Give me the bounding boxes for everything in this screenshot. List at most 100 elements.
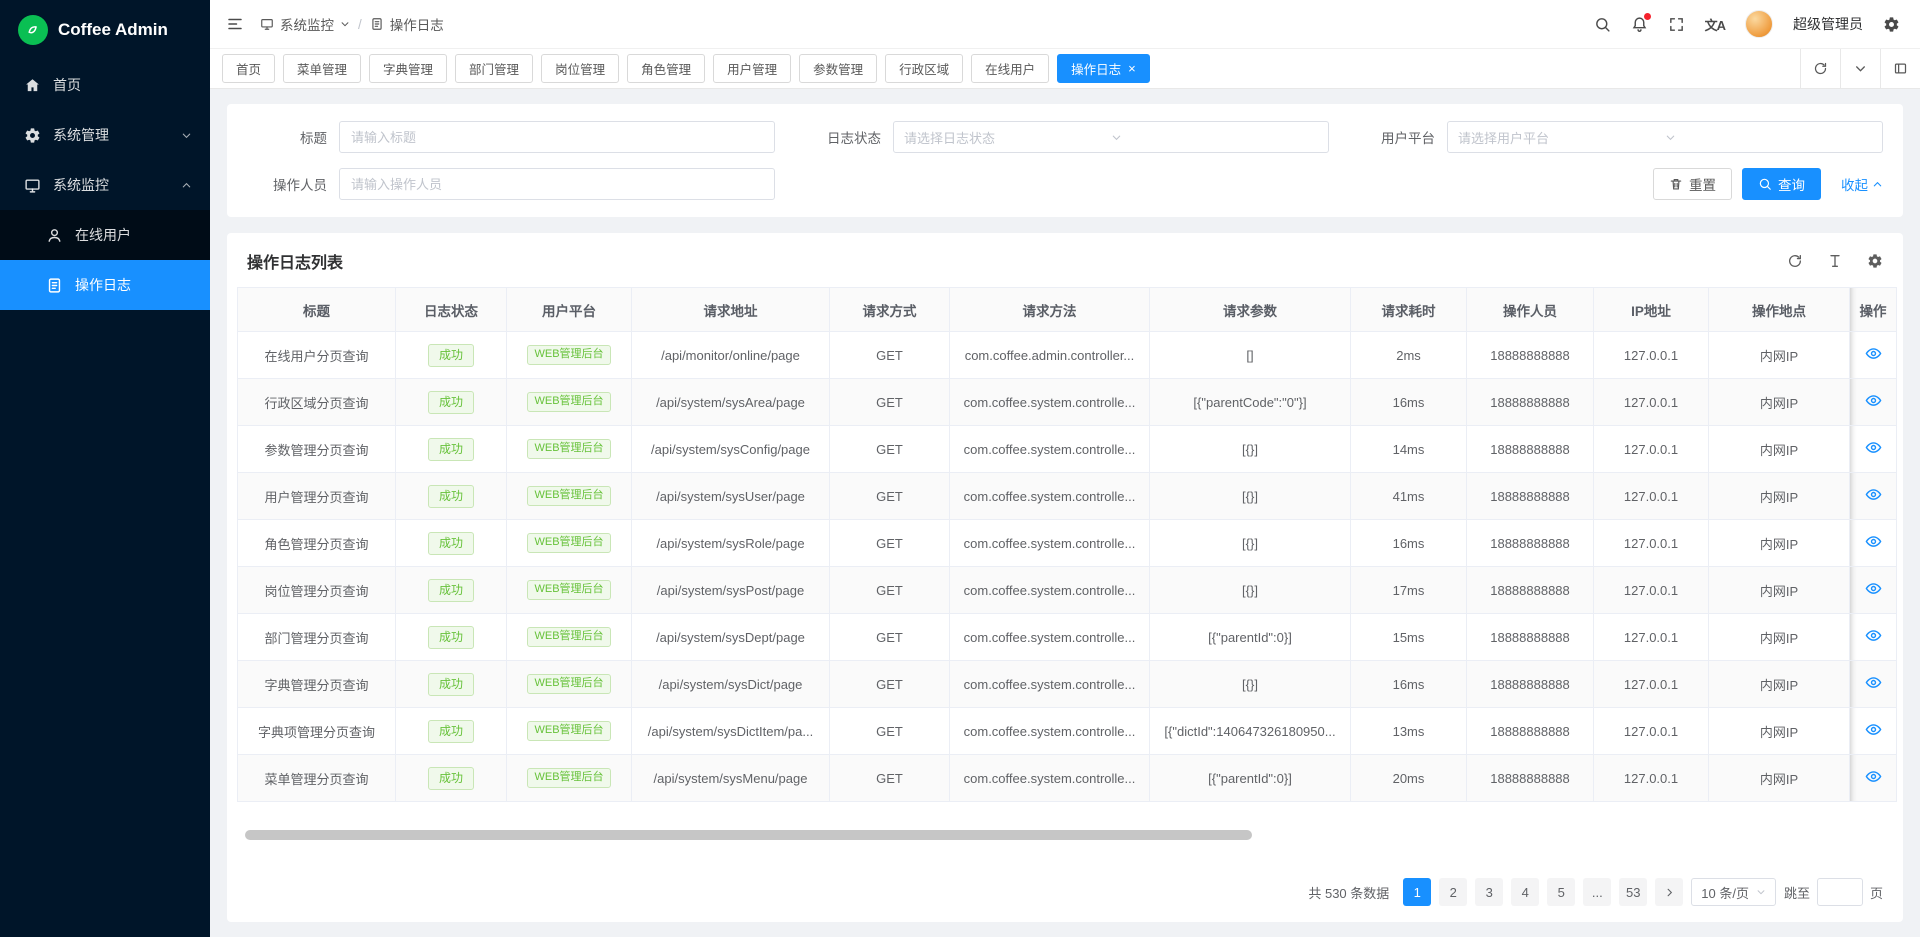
chevron-down-icon <box>1756 887 1766 897</box>
sidebar-item-operation-log[interactable]: 操作日志 <box>0 260 210 310</box>
cell-operator: 18888888888 <box>1467 473 1594 520</box>
tab-岗位管理[interactable]: 岗位管理 <box>541 54 619 83</box>
view-detail-eye-icon[interactable] <box>1865 439 1882 456</box>
sidebar-item-system-monitor[interactable]: 系统监控 <box>0 160 210 210</box>
fullscreen-icon[interactable] <box>1668 16 1685 33</box>
table-row: 在线用户分页查询成功WEB管理后台/api/monitor/online/pag… <box>238 332 1897 379</box>
view-detail-eye-icon[interactable] <box>1865 486 1882 503</box>
cell-title: 岗位管理分页查询 <box>238 567 396 614</box>
chevron-down-icon <box>181 130 192 141</box>
tab-用户管理[interactable]: 用户管理 <box>713 54 791 83</box>
scrollbar-thumb[interactable] <box>245 830 1252 840</box>
column-header: 请求地址 <box>632 288 830 332</box>
search-icon[interactable] <box>1594 16 1611 33</box>
table-empty-space <box>237 802 1893 830</box>
cell-ip: 127.0.0.1 <box>1594 755 1709 802</box>
page-button-53[interactable]: 53 <box>1619 878 1647 906</box>
log-list-card: 操作日志列表 标题日志状态用户平台请求地址请求方式请求方法请求参数请求耗 <box>227 233 1903 922</box>
page-button-3[interactable]: 3 <box>1475 878 1503 906</box>
cell-request-function: com.coffee.admin.controller... <box>950 332 1150 379</box>
avatar[interactable] <box>1745 10 1773 38</box>
tab-操作日志[interactable]: 操作日志× <box>1057 54 1150 83</box>
cell-actions <box>1850 379 1897 426</box>
platform-select[interactable]: 请选择用户平台 <box>1447 121 1883 153</box>
filter-title-item: 标题 <box>247 121 775 153</box>
cell-operator: 18888888888 <box>1467 661 1594 708</box>
cell-request-method: GET <box>830 661 950 708</box>
username[interactable]: 超级管理员 <box>1793 14 1863 34</box>
tab-close-icon[interactable]: × <box>1128 62 1136 75</box>
column-header: 用户平台 <box>507 288 632 332</box>
platform-tag: WEB管理后台 <box>527 627 610 647</box>
tab-行政区域[interactable]: 行政区域 <box>885 54 963 83</box>
cell-duration: 13ms <box>1351 708 1467 755</box>
breadcrumb-item-monitor[interactable]: 系统监控 <box>260 14 350 34</box>
operator-input[interactable] <box>339 168 775 200</box>
page-button-4[interactable]: 4 <box>1511 878 1539 906</box>
page-button-2[interactable]: 2 <box>1439 878 1467 906</box>
status-tag: 成功 <box>428 532 474 555</box>
cell-request-params: [{"parentId":0}] <box>1150 614 1351 661</box>
tabs-expand-icon[interactable] <box>1880 49 1920 88</box>
cell-status: 成功 <box>396 755 507 802</box>
chevron-up-icon <box>181 180 192 191</box>
breadcrumb-separator: / <box>358 17 362 32</box>
view-detail-eye-icon[interactable] <box>1865 627 1882 644</box>
sidebar-item-system-management[interactable]: 系统管理 <box>0 110 210 160</box>
collapse-link[interactable]: 收起 <box>1841 174 1883 194</box>
column-settings-gear-icon[interactable] <box>1867 253 1883 269</box>
view-detail-eye-icon[interactable] <box>1865 580 1882 597</box>
tab-菜单管理[interactable]: 菜单管理 <box>283 54 361 83</box>
table-refresh-icon[interactable] <box>1787 253 1803 269</box>
view-detail-eye-icon[interactable] <box>1865 768 1882 785</box>
status-label: 日志状态 <box>801 127 893 147</box>
breadcrumb-label: 操作日志 <box>390 14 444 34</box>
tabs-dropdown-icon[interactable] <box>1840 49 1880 88</box>
menu-fold-icon[interactable] <box>226 15 244 33</box>
query-button[interactable]: 查询 <box>1742 168 1821 200</box>
translate-icon[interactable]: 文A <box>1705 15 1725 34</box>
page-ellipsis[interactable]: ... <box>1583 878 1611 906</box>
tab-部门管理[interactable]: 部门管理 <box>455 54 533 83</box>
cell-request-method: GET <box>830 567 950 614</box>
title-input[interactable] <box>339 121 775 153</box>
cell-platform: WEB管理后台 <box>507 755 632 802</box>
tab-在线用户[interactable]: 在线用户 <box>971 54 1049 83</box>
cell-request-url: /api/system/sysDictItem/pa... <box>632 708 830 755</box>
cell-location: 内网IP <box>1709 379 1850 426</box>
view-detail-eye-icon[interactable] <box>1865 392 1882 409</box>
settings-gear-icon[interactable] <box>1883 16 1900 33</box>
page-button-1[interactable]: 1 <box>1403 878 1431 906</box>
tab-首页[interactable]: 首页 <box>222 54 275 83</box>
cell-ip: 127.0.0.1 <box>1594 426 1709 473</box>
table-header-row: 标题日志状态用户平台请求地址请求方式请求方法请求参数请求耗时操作人员IP地址操作… <box>238 288 1897 332</box>
cell-title: 在线用户分页查询 <box>238 332 396 379</box>
notification-bell[interactable] <box>1631 16 1648 33</box>
sidebar-item-home[interactable]: 首页 <box>0 60 210 110</box>
view-detail-eye-icon[interactable] <box>1865 674 1882 691</box>
tab-角色管理[interactable]: 角色管理 <box>627 54 705 83</box>
cell-request-url: /api/system/sysDept/page <box>632 614 830 661</box>
cell-platform: WEB管理后台 <box>507 520 632 567</box>
reset-button[interactable]: 重置 <box>1653 168 1732 200</box>
tabs-refresh-icon[interactable] <box>1800 49 1840 88</box>
page-size-select[interactable]: 10 条/页 <box>1691 878 1776 906</box>
log-icon <box>46 277 63 294</box>
page-button-5[interactable]: 5 <box>1547 878 1575 906</box>
view-detail-eye-icon[interactable] <box>1865 721 1882 738</box>
next-page-button[interactable] <box>1655 878 1683 906</box>
tab-参数管理[interactable]: 参数管理 <box>799 54 877 83</box>
cell-request-params: [{}] <box>1150 661 1351 708</box>
tab-字典管理[interactable]: 字典管理 <box>369 54 447 83</box>
column-height-icon[interactable] <box>1827 253 1843 269</box>
view-detail-eye-icon[interactable] <box>1865 533 1882 550</box>
status-select-placeholder: 请选择日志状态 <box>904 128 1111 147</box>
breadcrumb-label: 系统监控 <box>280 14 334 34</box>
cell-actions <box>1850 520 1897 567</box>
view-detail-eye-icon[interactable] <box>1865 345 1882 362</box>
filter-panel: 标题 日志状态 请选择日志状态 用户平台 请选择用户平台 <box>227 104 1903 217</box>
cell-location: 内网IP <box>1709 614 1850 661</box>
jump-input[interactable] <box>1817 878 1863 906</box>
sidebar-item-online-users[interactable]: 在线用户 <box>0 210 210 260</box>
status-select[interactable]: 请选择日志状态 <box>893 121 1329 153</box>
